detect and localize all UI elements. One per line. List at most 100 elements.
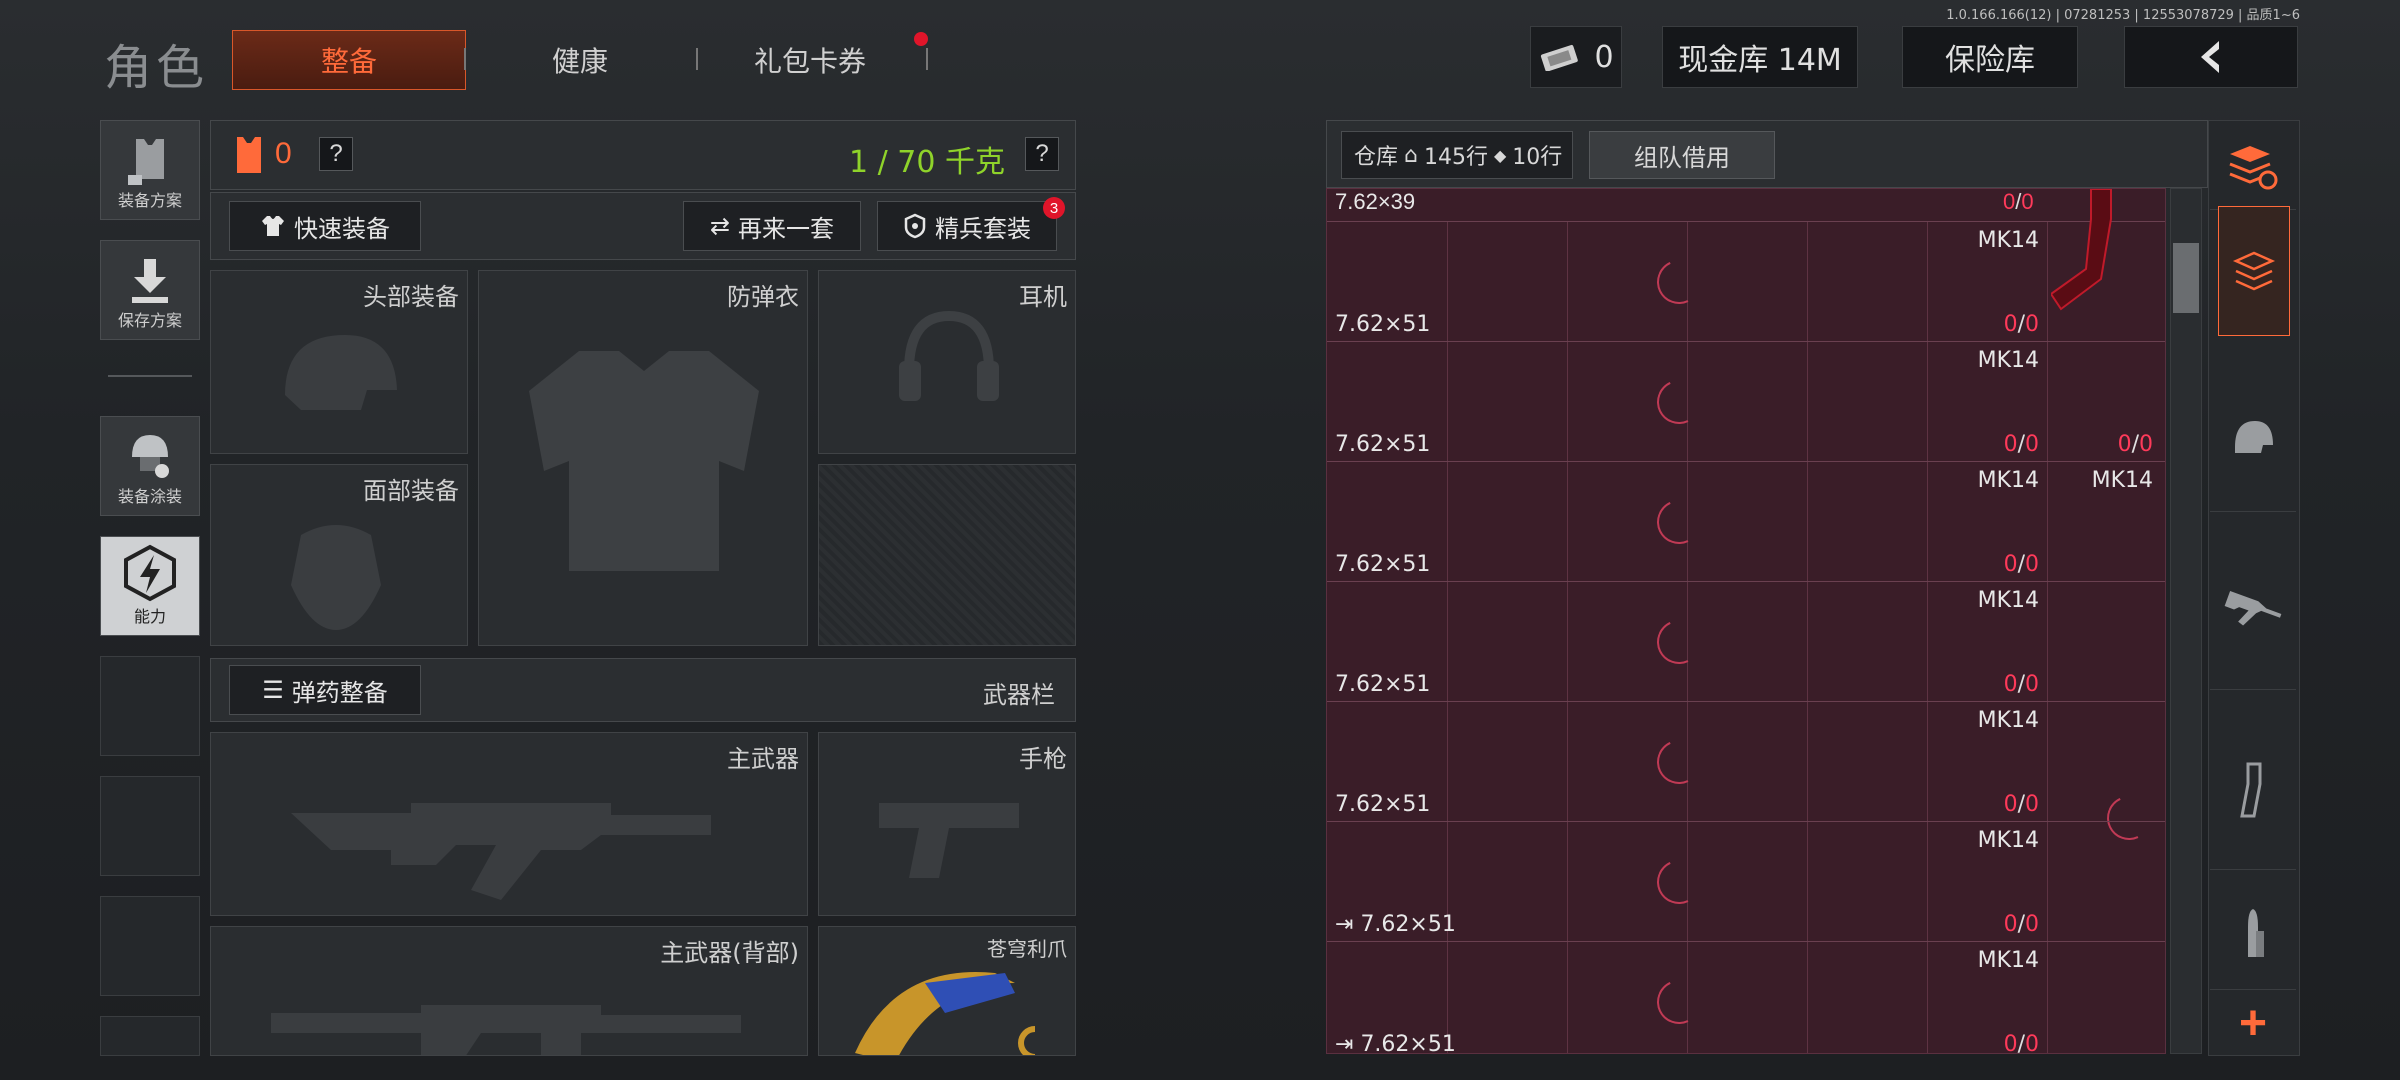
loading-spinner-icon bbox=[1650, 253, 1708, 311]
team-borrow-button[interactable]: 组队借用 bbox=[1589, 131, 1775, 179]
tab-health[interactable]: 健康 bbox=[500, 30, 660, 90]
tab-divider bbox=[696, 48, 698, 70]
inventory-label: 仓库 bbox=[1354, 145, 1399, 170]
armor-slot[interactable]: 防弹衣 bbox=[478, 270, 808, 646]
tab-gifts[interactable]: 礼包卡券 bbox=[730, 30, 890, 90]
grid-divider bbox=[1807, 702, 1808, 821]
pistol-slot[interactable]: 手枪 bbox=[818, 732, 1076, 916]
grid-divider bbox=[1927, 462, 1928, 581]
empty-slot bbox=[100, 896, 200, 996]
pistol-slot-label: 手枪 bbox=[1019, 745, 1067, 773]
sidebar-item-skin[interactable]: 装备涂装 bbox=[100, 416, 200, 516]
stack-sort-icon bbox=[2232, 251, 2276, 291]
inventory-row[interactable]: 7.62×51 MK14 0/0 bbox=[1327, 701, 2165, 847]
again-button[interactable]: ⇄ 再来一套 bbox=[683, 201, 861, 251]
ammo-equip-button[interactable]: ☰ 弹药整备 bbox=[229, 665, 421, 715]
empty-gear-slot bbox=[818, 464, 1076, 646]
grid-divider bbox=[1927, 702, 1928, 821]
add-button[interactable]: + bbox=[2210, 994, 2296, 1052]
inventory-row[interactable]: ⇥ 7.62×51 MK14 0/0 bbox=[1327, 941, 2165, 1054]
head-slot[interactable]: 头部装备 bbox=[210, 270, 468, 454]
grid-divider bbox=[1807, 342, 1808, 461]
grid-divider bbox=[1927, 942, 1928, 1053]
caliber-label: 7.62×51 bbox=[1335, 432, 1431, 457]
shirt-icon bbox=[262, 216, 284, 236]
grid-divider bbox=[2047, 462, 2048, 581]
rifle-filter-icon bbox=[2224, 590, 2282, 626]
ammo-count: 0/0 bbox=[2003, 672, 2039, 697]
inventory-row[interactable]: ⇥ 7.62×51 MK14 0/0 bbox=[1327, 821, 2165, 941]
ammo-count: 0/0 bbox=[2003, 1032, 2039, 1054]
quick-equip-button[interactable]: 快速装备 bbox=[229, 201, 421, 251]
ammo-count: 0/0 bbox=[2117, 432, 2153, 457]
again-label: 再来一套 bbox=[738, 214, 835, 243]
version-info: 1.0.166.166(12) | 07281253 | 12553078729… bbox=[1946, 8, 2300, 23]
tab-divider bbox=[464, 48, 466, 70]
weight-help-button[interactable]: ? bbox=[1025, 137, 1059, 171]
help-button[interactable]: ? bbox=[319, 137, 353, 171]
inventory-row[interactable]: 7.62×51 MK14 0/0 bbox=[1327, 581, 2165, 701]
karambit-icon bbox=[855, 972, 1035, 1055]
sidebar-item-equip-plan[interactable]: 装备方案 bbox=[100, 120, 200, 220]
loadout-header: 0 ? 1 / 70 千克 ? bbox=[210, 120, 1076, 190]
grid-divider bbox=[1567, 822, 1568, 941]
weapon-name: MK14 bbox=[1977, 588, 2039, 613]
grid-divider bbox=[1927, 342, 1928, 461]
primary-slot-label: 主武器 bbox=[727, 745, 799, 773]
melee-slot[interactable]: 苍穹利爪 bbox=[818, 926, 1076, 1056]
grid-divider bbox=[1567, 582, 1568, 701]
stack-refresh-icon bbox=[2229, 145, 2278, 189]
filter-rifle-button[interactable] bbox=[2210, 530, 2296, 690]
weapon-name: MK14 bbox=[1977, 348, 2039, 373]
grid-divider bbox=[1807, 222, 1808, 341]
grid-divider bbox=[1807, 582, 1808, 701]
filter-magazine-button[interactable] bbox=[2210, 710, 2296, 870]
tab-equip[interactable]: 整备 bbox=[232, 30, 466, 90]
weapon-name: MK14 bbox=[1977, 828, 2039, 853]
grid-divider bbox=[1567, 942, 1568, 1053]
inventory-row[interactable]: 7.62×51 MK14 0/0 bbox=[1327, 221, 2165, 341]
inventory-header: 仓库 ⌂ 145行 ◆ 10行 组队借用 bbox=[1326, 120, 2208, 188]
scrollbar-thumb[interactable] bbox=[2173, 243, 2199, 313]
filter-ammo-button[interactable] bbox=[2210, 880, 2296, 990]
cash-vault-button[interactable]: 现金库 14M bbox=[1662, 26, 1858, 88]
empty-slot bbox=[100, 776, 200, 876]
transfer-icon: ⇥ bbox=[1335, 912, 1361, 937]
helmet-filter-icon bbox=[2235, 420, 2273, 453]
face-slot[interactable]: 面部装备 bbox=[210, 464, 468, 646]
page-title: 角色 bbox=[104, 40, 209, 96]
weapon-name: MK14 bbox=[2091, 468, 2153, 493]
earphone-slot[interactable]: 耳机 bbox=[818, 270, 1076, 454]
loading-spinner-icon bbox=[1650, 853, 1708, 911]
inventory-row-top[interactable]: 7.62×39 0/0 bbox=[1327, 189, 2165, 221]
inventory-tab[interactable]: 仓库 ⌂ 145行 ◆ 10行 bbox=[1341, 131, 1573, 179]
ammo-count: 0/0 bbox=[2003, 912, 2039, 937]
safe-vault-button[interactable]: 保险库 bbox=[1902, 26, 2078, 88]
stack-refresh-button[interactable] bbox=[2210, 124, 2296, 210]
inventory-scrollbar[interactable] bbox=[2170, 188, 2202, 1054]
inventory-row[interactable]: 7.62×51 MK14 0/0 0/0 bbox=[1327, 341, 2165, 461]
grid-divider bbox=[1567, 222, 1568, 341]
grid-divider bbox=[1807, 822, 1808, 941]
ticket-small-icon: ◆ bbox=[1493, 145, 1507, 165]
notification-dot bbox=[914, 32, 928, 46]
weapon-name: MK14 bbox=[1977, 948, 2039, 973]
gas-mask-icon bbox=[291, 525, 381, 630]
ticket-counter[interactable]: 0 bbox=[1530, 26, 1622, 88]
helmet-skin-icon bbox=[132, 435, 169, 478]
filter-helmet-button[interactable] bbox=[2210, 362, 2296, 512]
primary-weapon-slot[interactable]: 主武器 bbox=[210, 732, 808, 916]
back-button[interactable] bbox=[2124, 26, 2298, 88]
inventory-row[interactable]: 7.62×51 MK14 0/0 MK14 bbox=[1327, 461, 2165, 581]
ammo-equip-label: 弹药整备 bbox=[291, 678, 388, 707]
stack-sort-button[interactable] bbox=[2218, 206, 2290, 336]
armor-value: 0 bbox=[275, 137, 292, 170]
elite-set-button[interactable]: 精兵套装 bbox=[877, 201, 1057, 251]
grid-divider bbox=[1927, 222, 1928, 341]
weapon-bar-label: 武器栏 bbox=[983, 681, 1055, 709]
sidebar-item-save-plan[interactable]: 保存方案 bbox=[100, 240, 200, 340]
armor-slot-label: 防弹衣 bbox=[727, 283, 799, 311]
sidebar-item-ability[interactable]: 能力 bbox=[100, 536, 200, 636]
headset-icon bbox=[899, 310, 999, 401]
primary-back-slot[interactable]: 主武器(背部) bbox=[210, 926, 808, 1056]
